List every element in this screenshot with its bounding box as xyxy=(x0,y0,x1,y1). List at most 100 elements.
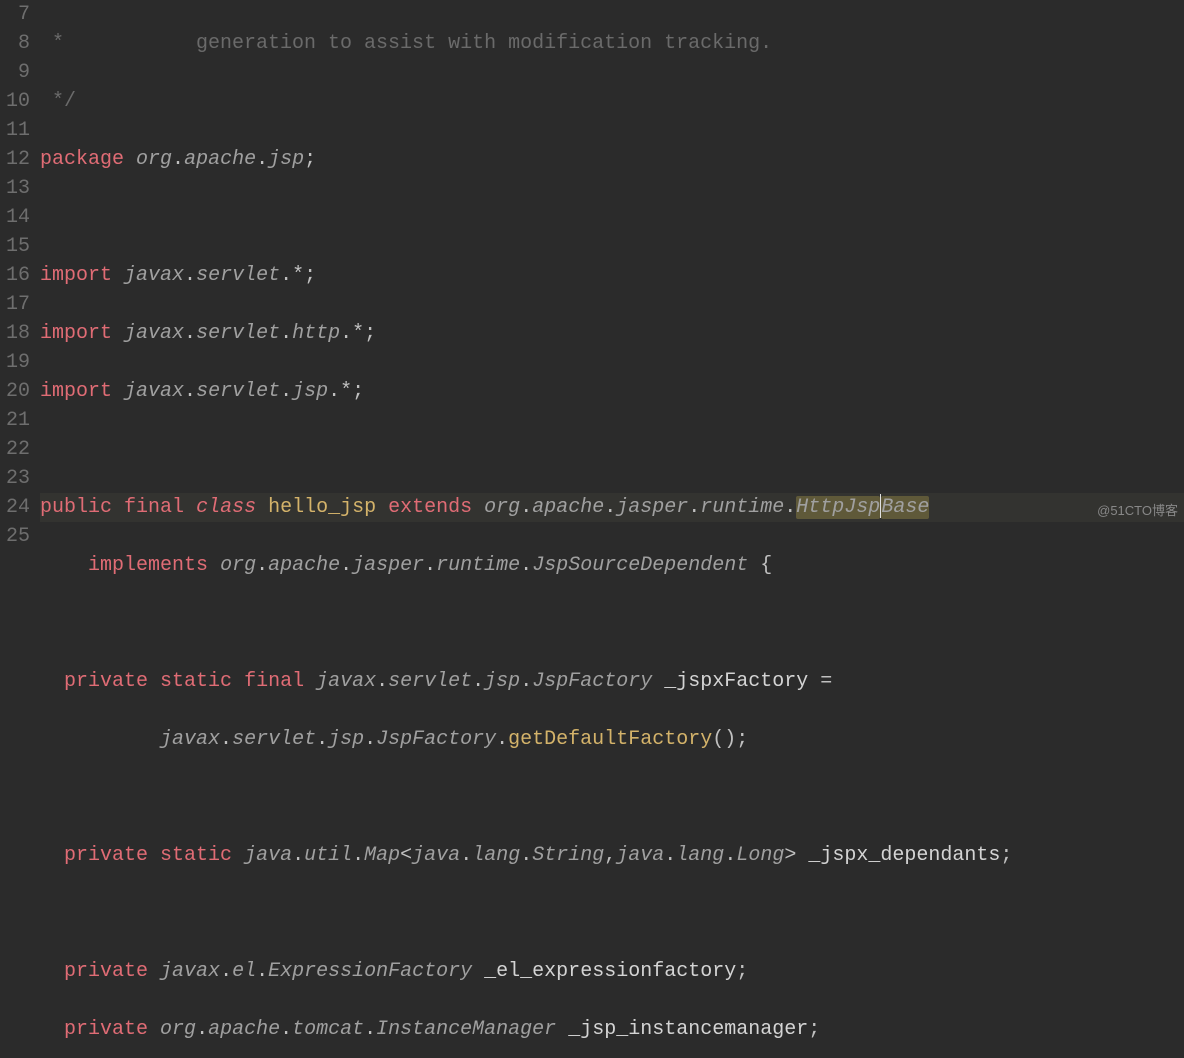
line-number: 19 xyxy=(0,348,30,377)
keyword: private xyxy=(64,960,148,983)
code-line[interactable]: import javax.servlet.*; xyxy=(40,261,1184,290)
variable: _el_expressionfactory xyxy=(484,960,736,983)
keyword: static xyxy=(160,844,232,867)
code-line[interactable] xyxy=(40,899,1184,928)
type: runtime xyxy=(700,496,784,519)
punct: ; xyxy=(364,322,376,345)
punct: . xyxy=(376,670,388,693)
code-line[interactable]: * generation to assist with modification… xyxy=(40,29,1184,58)
line-number: 24 xyxy=(0,493,30,522)
identifier: javax xyxy=(124,380,184,403)
code-area[interactable]: * generation to assist with modification… xyxy=(40,0,1184,529)
type: servlet xyxy=(388,670,472,693)
type: apache xyxy=(208,1018,280,1041)
punct: . xyxy=(460,844,472,867)
keyword: final xyxy=(124,496,184,519)
type: java xyxy=(244,844,292,867)
keyword: implements xyxy=(88,554,208,577)
watermark-text: @51CTO博客 xyxy=(1097,496,1178,525)
type: Long xyxy=(736,844,784,867)
code-line[interactable]: private org.apache.tomcat.InstanceManage… xyxy=(40,1015,1184,1044)
type: JspFactory xyxy=(532,670,652,693)
code-line[interactable] xyxy=(40,435,1184,464)
punct: . xyxy=(724,844,736,867)
punct: . xyxy=(280,380,292,403)
line-number: 11 xyxy=(0,116,30,145)
code-line[interactable] xyxy=(40,783,1184,812)
type: apache xyxy=(532,496,604,519)
type: JspFactory xyxy=(376,728,496,751)
code-line[interactable] xyxy=(40,609,1184,638)
code-line[interactable]: import javax.servlet.http.*; xyxy=(40,319,1184,348)
type: jsp xyxy=(484,670,520,693)
keyword: class xyxy=(196,496,256,519)
type: servlet xyxy=(232,728,316,751)
type: org xyxy=(484,496,520,519)
identifier: javax xyxy=(124,322,184,345)
type: InstanceManager xyxy=(376,1018,556,1041)
punct: ; xyxy=(304,264,316,287)
type-highlight: HttpJsp xyxy=(796,496,880,519)
punct: . xyxy=(472,670,484,693)
line-number: 9 xyxy=(0,58,30,87)
keyword: public xyxy=(40,496,112,519)
code-line-active[interactable]: public final class hello_jsp extends org… xyxy=(40,493,1184,522)
text-cursor xyxy=(880,494,881,518)
type: jasper xyxy=(616,496,688,519)
punct: ; xyxy=(736,728,748,751)
punct: . xyxy=(520,844,532,867)
code-line[interactable]: implements org.apache.jasper.runtime.Jsp… xyxy=(40,551,1184,580)
keyword: final xyxy=(244,670,304,693)
punct: . xyxy=(220,960,232,983)
code-line[interactable]: package org.apache.jsp; xyxy=(40,145,1184,174)
punct: . xyxy=(220,728,232,751)
punct: . xyxy=(184,380,196,403)
type: org xyxy=(220,554,256,577)
type: javax xyxy=(160,728,220,751)
punct: * xyxy=(352,322,364,345)
type: tomcat xyxy=(292,1018,364,1041)
punct: < xyxy=(400,844,412,867)
identifier: servlet xyxy=(196,380,280,403)
keyword: import xyxy=(40,264,112,287)
code-line[interactable]: private javax.el.ExpressionFactory _el_e… xyxy=(40,957,1184,986)
punct: ; xyxy=(736,960,748,983)
code-editor[interactable]: 7 8 9 10 11 12 13 14 15 16 17 18 19 20 2… xyxy=(0,0,1184,529)
punct: . xyxy=(196,1018,208,1041)
type: JspSourceDependent xyxy=(532,554,748,577)
punct: , xyxy=(604,844,616,867)
class-name: hello_jsp xyxy=(268,496,376,519)
punct: . xyxy=(172,148,184,171)
type-highlight: Base xyxy=(881,496,929,519)
code-line[interactable]: javax.servlet.jsp.JspFactory.getDefaultF… xyxy=(40,725,1184,754)
punct: . xyxy=(520,496,532,519)
line-number: 20 xyxy=(0,377,30,406)
type: javax xyxy=(160,960,220,983)
comment-text: * generation to assist with modification… xyxy=(40,32,772,55)
identifier: apache xyxy=(184,148,256,171)
line-number-gutter: 7 8 9 10 11 12 13 14 15 16 17 18 19 20 2… xyxy=(0,0,40,529)
punct: . xyxy=(604,496,616,519)
code-line[interactable]: import javax.servlet.jsp.*; xyxy=(40,377,1184,406)
variable: _jspxFactory xyxy=(664,670,808,693)
line-number: 22 xyxy=(0,435,30,464)
punct: ; xyxy=(1000,844,1012,867)
punct: . xyxy=(364,1018,376,1041)
identifier: servlet xyxy=(196,264,280,287)
identifier: org xyxy=(136,148,172,171)
punct: . xyxy=(292,844,304,867)
code-line[interactable]: */ xyxy=(40,87,1184,116)
type: java xyxy=(616,844,664,867)
line-number: 18 xyxy=(0,319,30,348)
code-line[interactable]: private static final javax.servlet.jsp.J… xyxy=(40,667,1184,696)
identifier: http xyxy=(292,322,340,345)
code-line[interactable]: private static java.util.Map<java.lang.S… xyxy=(40,841,1184,870)
line-number: 14 xyxy=(0,203,30,232)
line-number: 7 xyxy=(0,0,30,29)
punct: . xyxy=(352,844,364,867)
punct: . xyxy=(328,380,340,403)
keyword: private xyxy=(64,1018,148,1041)
punct: . xyxy=(424,554,436,577)
code-line[interactable] xyxy=(40,203,1184,232)
punct: . xyxy=(256,554,268,577)
